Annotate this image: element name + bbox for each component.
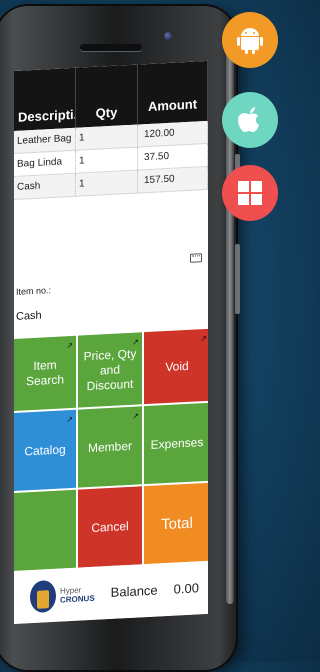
cell-amount: 157.50 [138,166,208,193]
action-button-grid: Item Search ↗ Price, Qty and Discount ↗ … [14,328,208,571]
camera-lens [164,32,172,40]
expand-arrow-icon: ↗ [66,414,73,425]
cell-qty: 1 [76,147,138,173]
table-header: Descripti... Qty Amount [14,60,208,132]
windows-icon [222,165,278,221]
power-button [235,244,240,314]
column-header-amount[interactable]: Amount [138,60,208,125]
member-label: Member [87,438,132,455]
expenses-label: Expenses [150,434,204,452]
expand-arrow-icon: ↗ [66,340,73,351]
balance-label: Balance [110,582,158,600]
item-search-button[interactable]: Item Search ↗ [14,335,76,411]
cell-description: Bag Linda [14,150,76,176]
catalog-label: Catalog [24,441,66,458]
catalog-button[interactable]: Catalog ↗ [14,409,76,491]
cell-amount: 120.00 [138,120,208,147]
cancel-button[interactable]: Cancel [78,486,142,568]
price-qty-discount-label: Price, Qty and Discount [83,346,137,393]
total-label: Total [161,514,193,533]
brand-name: Hyper CRONUS [60,584,95,604]
footer-bar: Hyper CRONUS Balance 0.00 [14,560,208,624]
pos-screen: Descripti... Qty Amount Leather Bag ... … [14,60,208,625]
void-button[interactable]: Void ↗ [144,328,208,405]
cell-description: Cash [14,173,76,199]
price-qty-discount-button[interactable]: Price, Qty and Discount ↗ [78,332,142,408]
expand-arrow-icon: ↗ [200,333,207,344]
keyboard-icon[interactable] [190,253,202,263]
cancel-label: Cancel [91,518,129,535]
column-header-description[interactable]: Descripti... [14,67,76,131]
void-label: Void [165,358,189,374]
android-icon [222,12,278,68]
item-number-input[interactable]: Cash [16,310,42,323]
expenses-button[interactable]: Expenses [144,402,208,485]
cell-qty: 1 [76,124,138,150]
table-body: Leather Bag ... 1 120.00 Bag Linda 1 37.… [14,120,208,200]
expand-arrow-icon: ↗ [132,411,139,421]
total-button[interactable]: Total [144,482,208,565]
apple-icon [222,92,278,148]
item-search-label: Item Search [25,357,65,389]
column-header-qty[interactable]: Qty [76,64,138,128]
speaker-grille [80,44,142,51]
blank-button[interactable] [14,489,76,571]
phone-device: Descripti... Qty Amount Leather Bag ... … [0,4,240,672]
cell-description: Leather Bag ... [14,127,76,153]
cell-qty: 1 [76,170,138,196]
expand-arrow-icon: ↗ [132,337,139,347]
item-number-label: Item no.: [16,285,52,297]
balance-value: 0.00 [173,580,199,597]
brand-bottom: CRONUS [60,593,95,605]
member-button[interactable]: Member ↗ [78,406,142,488]
cell-amount: 37.50 [138,143,208,170]
hyper-cronus-logo [30,579,56,613]
